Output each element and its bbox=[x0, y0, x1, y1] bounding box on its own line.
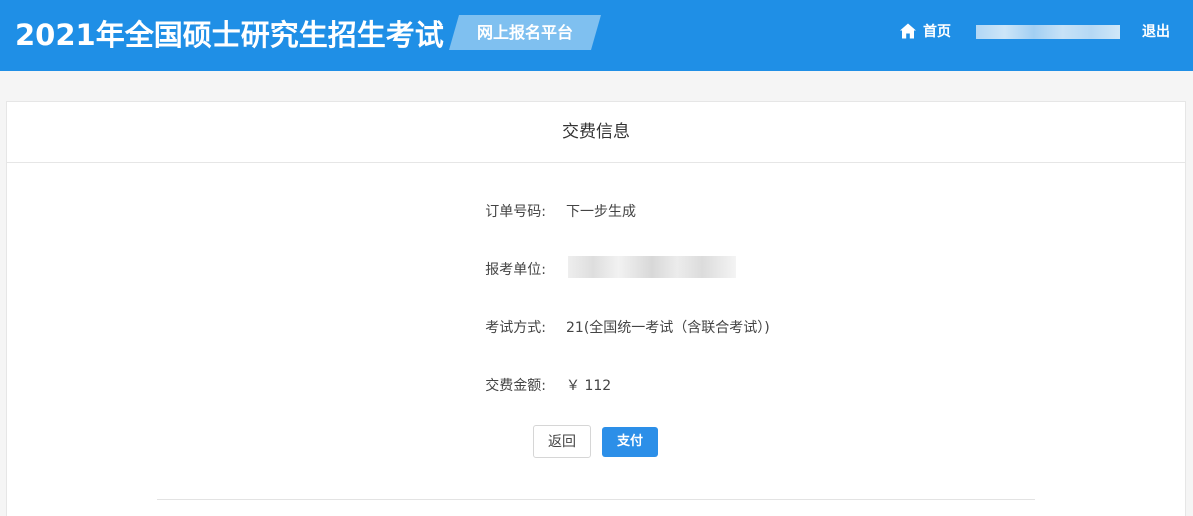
home-link[interactable]: 首页 bbox=[899, 20, 951, 42]
logout-link[interactable]: 退出 bbox=[1142, 21, 1170, 41]
payment-panel: 交费信息 订单号码: 下一步生成 报考单位: 考试方式: 21(全国统一考试（含… bbox=[6, 101, 1186, 516]
exam-mode-value: 21(全国统一考试（含联合考试）) bbox=[566, 320, 770, 336]
exam-unit-label: 报考单位: bbox=[485, 262, 546, 278]
home-label: 首页 bbox=[923, 24, 951, 40]
pay-button[interactable]: 支付 bbox=[602, 427, 658, 457]
platform-label: 网上报名平台 bbox=[476, 23, 573, 42]
fee-amount-label: 交费金额: bbox=[485, 378, 546, 394]
fee-amount-value: ￥ 112 bbox=[566, 378, 612, 394]
platform-badge: 网上报名平台 bbox=[449, 15, 601, 50]
username-redacted bbox=[976, 25, 1120, 39]
site-title: 2021年全国硕士研究生招生考试 bbox=[15, 18, 444, 52]
divider bbox=[157, 499, 1035, 500]
panel-header: 交费信息 bbox=[7, 102, 1185, 163]
back-button[interactable]: 返回 bbox=[533, 425, 591, 458]
panel-title: 交费信息 bbox=[562, 122, 630, 142]
order-number-label: 订单号码: bbox=[485, 204, 546, 220]
exam-unit-value-redacted bbox=[568, 256, 736, 278]
top-header: 2021年全国硕士研究生招生考试 网上报名平台 首页 退出 bbox=[0, 0, 1193, 71]
order-number-value: 下一步生成 bbox=[566, 204, 636, 220]
exam-mode-label: 考试方式: bbox=[485, 320, 546, 336]
home-icon bbox=[900, 23, 916, 39]
